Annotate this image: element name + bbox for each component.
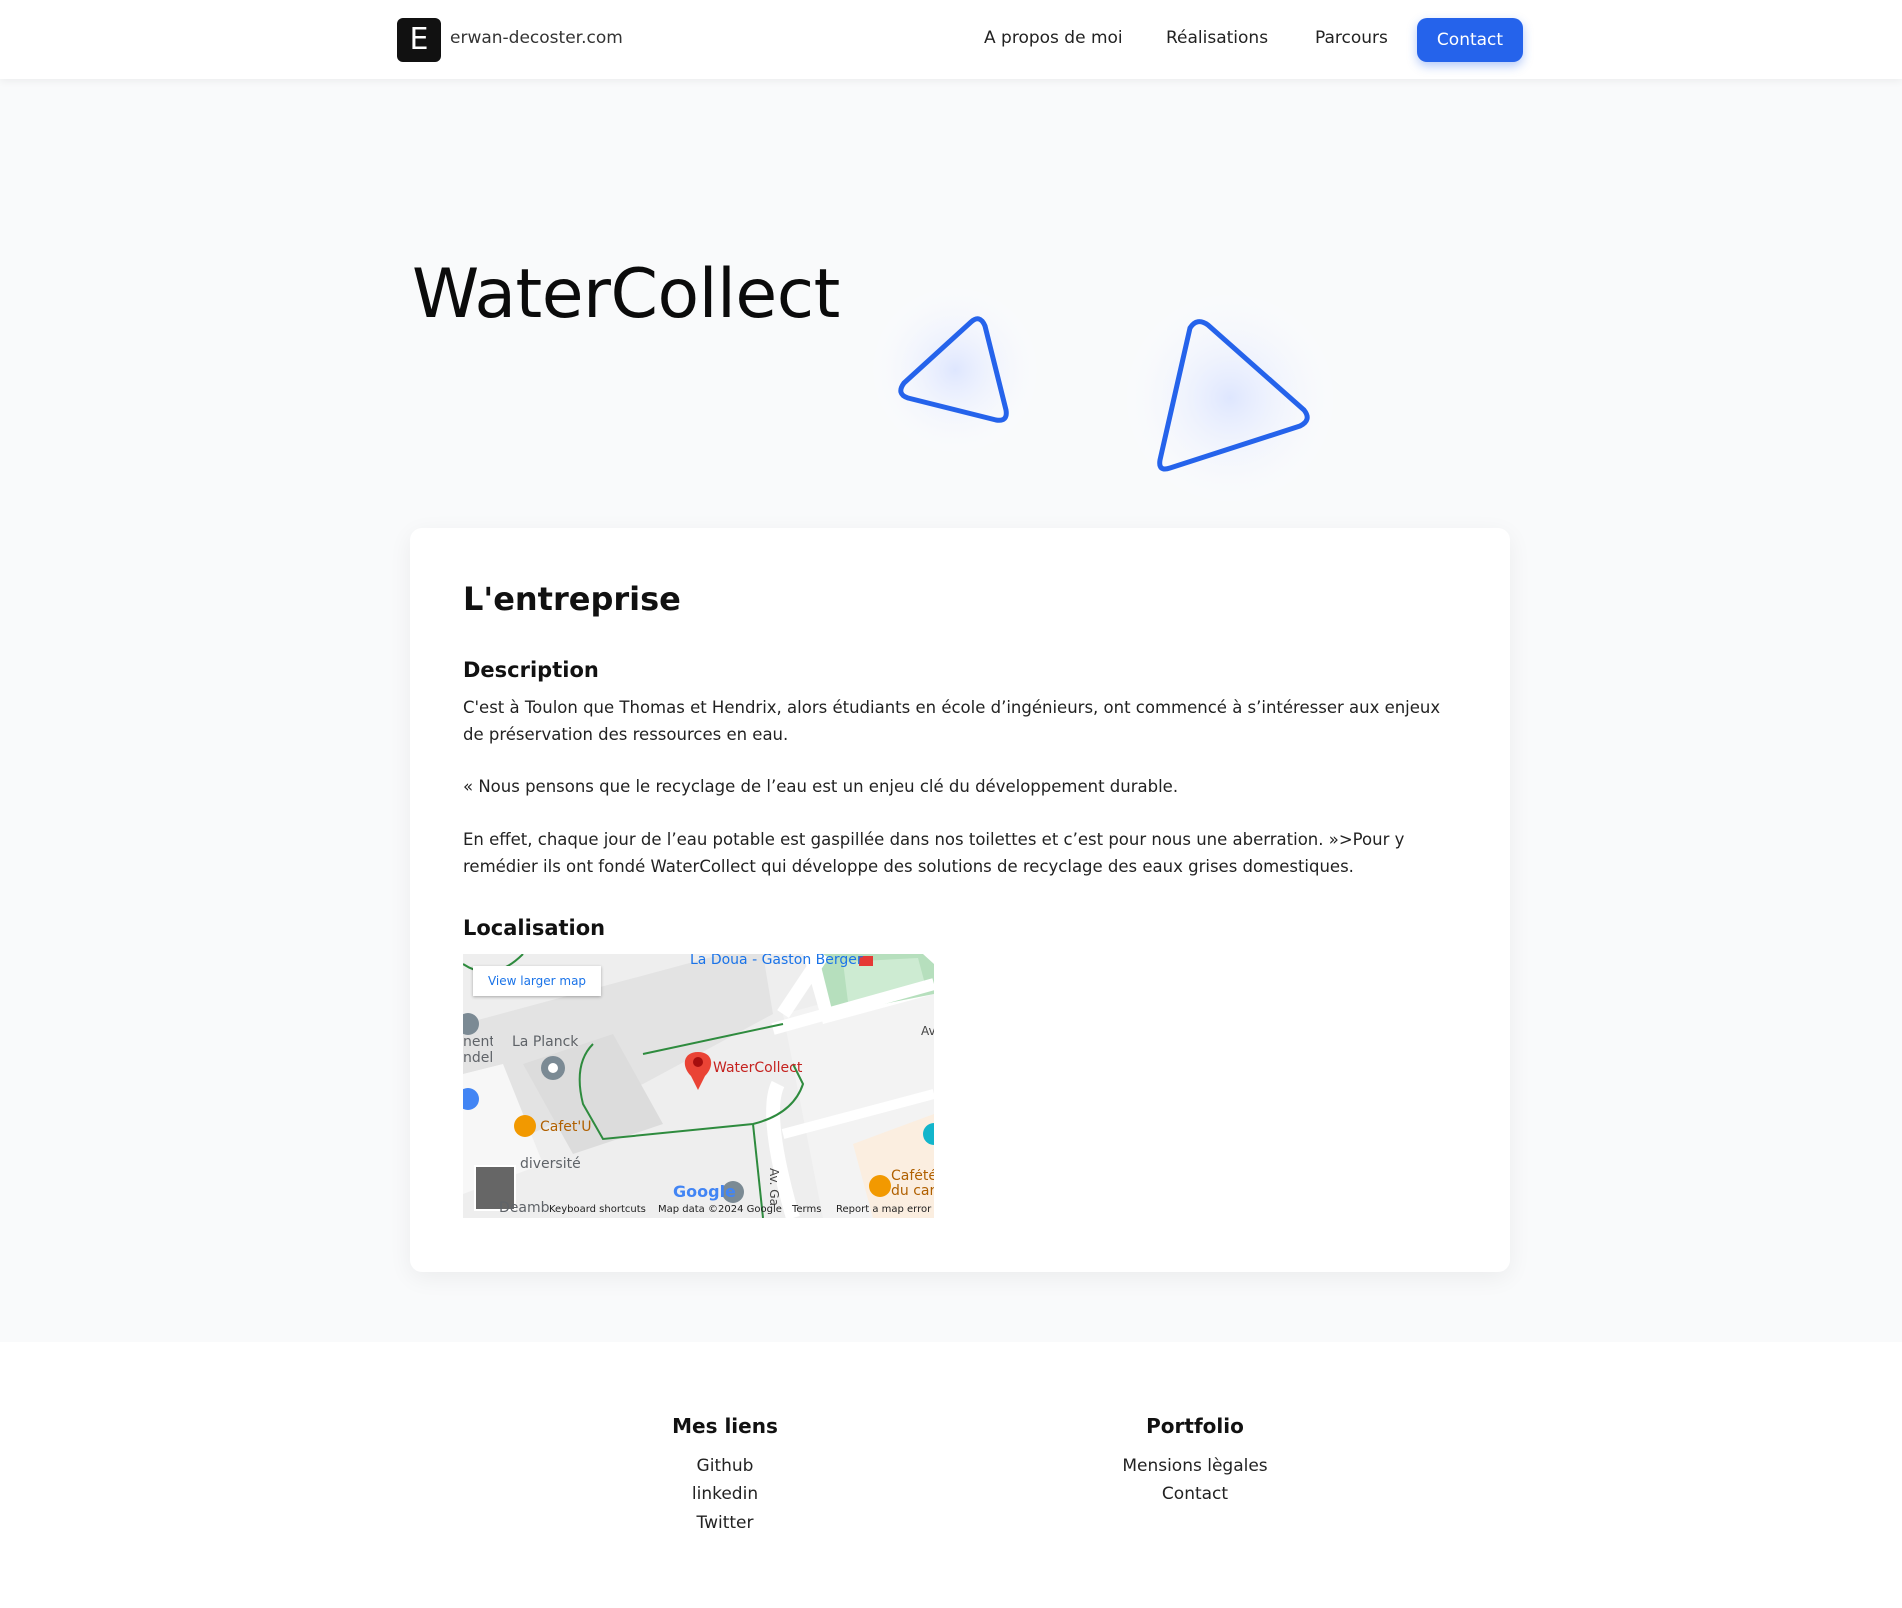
map-keyboard-shortcuts[interactable]: Keyboard shortcuts bbox=[549, 1204, 646, 1215]
map-station-label: La Doua - Gaston Berger bbox=[690, 954, 863, 968]
footer-legal-link[interactable]: Mensions lègales bbox=[1122, 1456, 1267, 1476]
map-street-label: Av. Ga bbox=[767, 1168, 781, 1206]
map-place-label: La Planck bbox=[512, 1034, 579, 1050]
view-larger-map-link[interactable]: View larger map bbox=[473, 966, 601, 996]
card-title: L'entreprise bbox=[463, 580, 681, 618]
footer-github-link[interactable]: Github bbox=[697, 1456, 754, 1476]
contact-button[interactable]: Contact bbox=[1417, 18, 1523, 62]
map-terms-link[interactable]: Terms bbox=[792, 1204, 821, 1215]
embedded-map[interactable]: View larger map La Doua - Gaston Berger … bbox=[463, 954, 934, 1218]
map-pin-label[interactable]: WaterCollect bbox=[713, 1060, 802, 1076]
page-title: WaterCollect bbox=[412, 255, 840, 334]
nav-realisations[interactable]: Réalisations bbox=[1166, 28, 1268, 48]
footer-twitter-link[interactable]: Twitter bbox=[697, 1513, 754, 1533]
map-place-label: Cafété du car bbox=[891, 1169, 934, 1199]
footer-portfolio-title: Portfolio bbox=[1146, 1414, 1244, 1438]
company-card: L'entreprise Description C'est à Toulon … bbox=[410, 528, 1510, 1272]
description-paragraph-1: C'est à Toulon que Thomas et Hendrix, al… bbox=[463, 698, 1441, 744]
site-name-link[interactable]: erwan-decoster.com bbox=[450, 28, 623, 48]
decorative-triangles bbox=[860, 275, 1350, 518]
map-place-label: Deamb bbox=[499, 1200, 550, 1216]
site-footer: Mes liens Github linkedin Twitter Portfo… bbox=[0, 1342, 1902, 1608]
map-place-label: diversité bbox=[520, 1156, 581, 1172]
location-title: Localisation bbox=[463, 916, 606, 940]
map-data-credit: Map data ©2024 Google bbox=[658, 1204, 782, 1215]
footer-linkedin-link[interactable]: linkedin bbox=[692, 1484, 758, 1504]
map-place-label: nent ndel bbox=[463, 1034, 493, 1066]
description-paragraph-3: En effet, chaque jour de l’eau potable e… bbox=[463, 830, 1405, 876]
map-place-label: Cafet'U bbox=[540, 1119, 592, 1135]
map-street-label: Av bbox=[921, 1024, 934, 1038]
description-title: Description bbox=[463, 658, 599, 682]
description-paragraph-2: « Nous pensons que le recyclage de l’eau… bbox=[463, 777, 1179, 796]
footer-contact-link[interactable]: Contact bbox=[1162, 1484, 1228, 1504]
logo-icon[interactable]: E bbox=[397, 18, 441, 62]
footer-links-title: Mes liens bbox=[672, 1414, 778, 1438]
nav-about[interactable]: A propos de moi bbox=[984, 28, 1123, 48]
site-header: E erwan-decoster.com A propos de moi Réa… bbox=[0, 0, 1902, 79]
map-report-error-link[interactable]: Report a map error bbox=[836, 1204, 931, 1215]
google-logo: Google bbox=[673, 1182, 736, 1201]
nav-parcours[interactable]: Parcours bbox=[1315, 28, 1388, 48]
